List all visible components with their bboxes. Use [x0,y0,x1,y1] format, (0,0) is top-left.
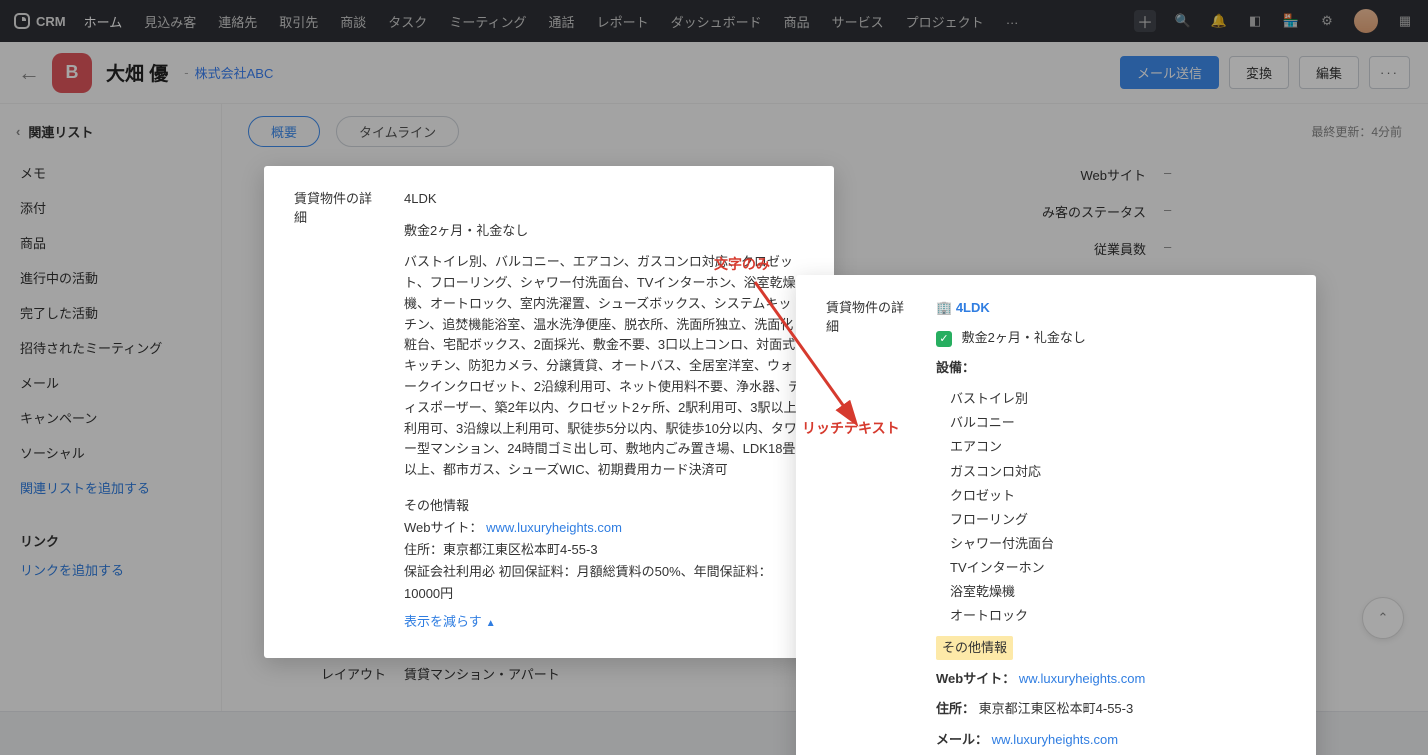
cardA-show-less-link[interactable]: 表示を減らす▲ [404,611,496,633]
cardB-address-row: 住所： 東京都江東区松本町4-55-3 [936,698,1286,720]
cardB-website-row: Webサイト： ww.luxuryheights.com [936,668,1286,690]
building-icon: 🏢 [936,300,952,315]
cardB-facility-item: シャワー付洗面台 [950,532,1286,556]
detail-card-plaintext: 賃貸物件の詳細 4LDK 敷金2ヶ月・礼金なし バストイレ別、バルコニー、エアコ… [264,166,834,658]
cardA-guarantee-row: 保証会社利用必 初回保証料：月額総賃料の50%、年間保証料：10000円 [404,561,804,605]
cardB-facility-item: 浴室乾燥機 [950,580,1286,604]
cardB-website-link[interactable]: ww.luxuryheights.com [1019,671,1145,686]
cardB-facility-item: エアコン [950,435,1286,459]
cardB-facilities-list: バストイレ別 バルコニー エアコン ガスコンロ対応 クロゼット フローリング シ… [936,387,1286,628]
cardB-label: 賃貸物件の詳細 [826,297,912,755]
cardA-line2: 敷金2ヶ月・礼金なし [404,220,804,242]
cardB-body: 🏢 4LDK ✓ 敷金2ヶ月・礼金なし 設備： バストイレ別 バルコニー エアコ… [936,297,1286,755]
check-icon: ✓ [936,331,952,347]
cardB-ldk-link[interactable]: 4LDK [956,300,990,315]
cardA-line1: 4LDK [404,188,804,210]
cardB-heading-row: 🏢 4LDK [936,297,1286,319]
app-root: CRM ホーム 見込み客 連絡先 取引先 商談 タスク ミーティング 通話 レポ… [0,0,1428,755]
cardB-facility-item: バストイレ別 [950,387,1286,411]
cardB-facility-item: クロゼット [950,484,1286,508]
cardB-facility-item: オートロック [950,604,1286,628]
cardA-website-link[interactable]: www.luxuryheights.com [486,520,622,535]
cardB-facility-item: バルコニー [950,411,1286,435]
cardB-mail-row: メール： ww.luxuryheights.com [936,729,1286,751]
cardA-body: 4LDK 敷金2ヶ月・礼金なし バストイレ別、バルコニー、エアコン、ガスコンロ対… [404,188,804,634]
cardB-facility-item: フローリング [950,508,1286,532]
cardA-label: 賃貸物件の詳細 [294,188,380,634]
detail-card-richtext: 賃貸物件の詳細 🏢 4LDK ✓ 敷金2ヶ月・礼金なし 設備： バストイレ別 バ… [796,275,1316,755]
cardB-facility-item: TVインターホン [950,556,1286,580]
cardB-other-heading: その他情報 [936,636,1013,660]
cardA-features: バストイレ別、バルコニー、エアコン、ガスコンロ対応、クロゼット、フローリング、シ… [404,252,804,481]
cardA-address-row: 住所：東京都江東区松本町4-55-3 [404,539,804,561]
cardB-facilities-heading: 設備： [936,357,1286,379]
cardB-mail-link[interactable]: ww.luxuryheights.com [992,732,1118,747]
cardB-deposit-row: ✓ 敷金2ヶ月・礼金なし [936,327,1286,349]
cardB-facility-item: ガスコンロ対応 [950,460,1286,484]
cardA-website-row: Webサイト： www.luxuryheights.com [404,517,804,539]
cardA-other-heading: その他情報 [404,495,804,517]
